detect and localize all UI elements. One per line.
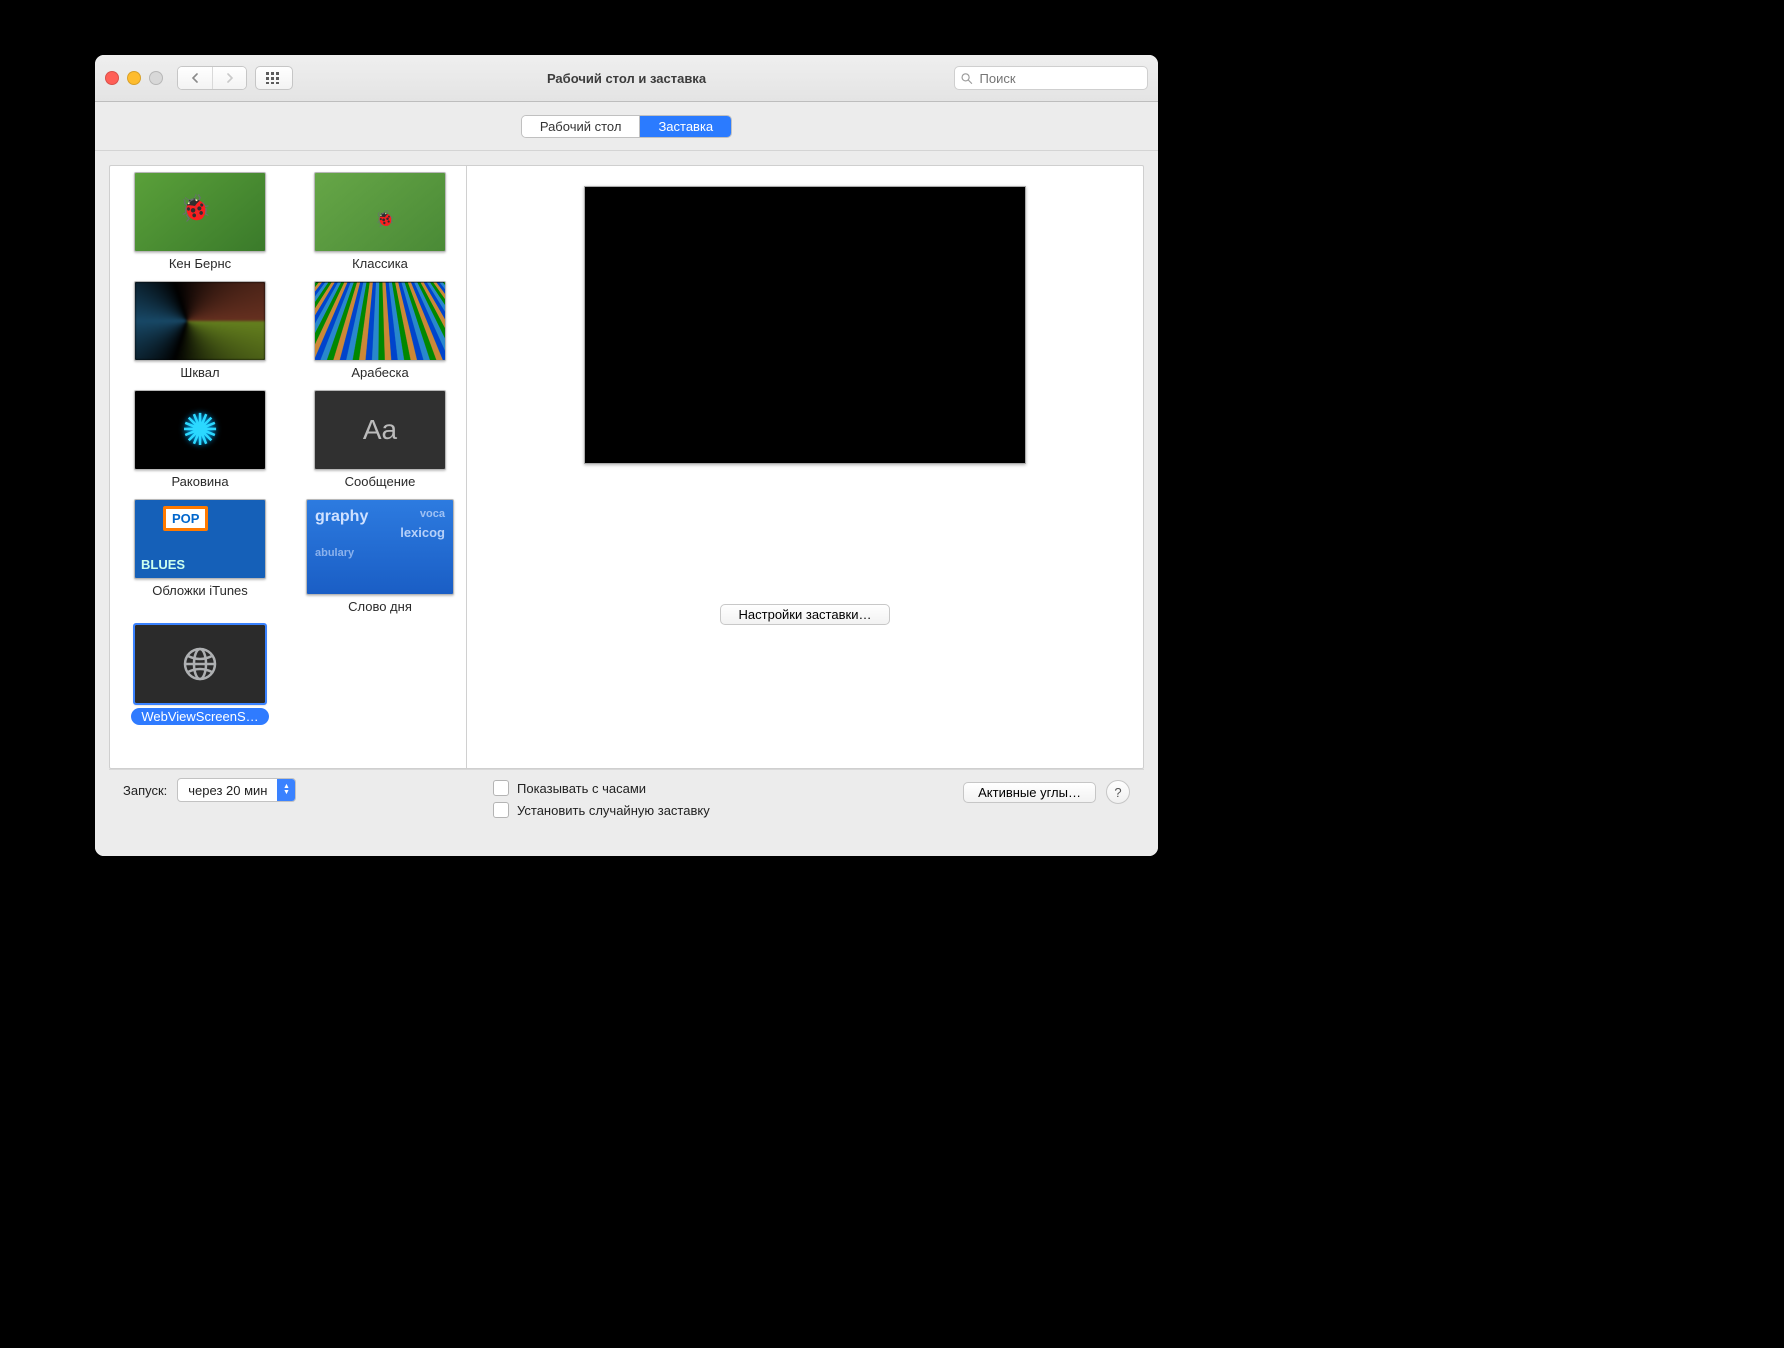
traffic-lights [105, 71, 163, 85]
toolbar: Рабочий стол и заставка [95, 55, 1158, 102]
back-button[interactable] [178, 67, 212, 89]
saver-label: WebViewScreenS… [131, 708, 268, 725]
bottom-bar: Запуск: через 20 мин ▲▼ Показывать с час… [109, 769, 1144, 856]
saver-item[interactable]: graphy voca lexicog abulary Слово дня [304, 499, 456, 614]
zoom-icon [149, 71, 163, 85]
tab-desktop[interactable]: Рабочий стол [522, 116, 640, 137]
show-all-button[interactable] [255, 66, 293, 90]
saver-thumb [314, 281, 446, 361]
start-after-select[interactable]: через 20 мин ▲▼ [177, 778, 296, 802]
hot-corners-button[interactable]: Активные углы… [963, 782, 1096, 803]
saver-label: Слово дня [348, 599, 412, 614]
checkbox-column: Показывать с часами Установить случайную… [493, 780, 953, 818]
nav-back-forward [177, 66, 247, 90]
tabs-row: Рабочий стол Заставка [95, 102, 1158, 151]
checkbox-box [493, 802, 509, 818]
saver-thumb [134, 172, 266, 252]
saver-thumb [134, 499, 266, 579]
screensaver-list[interactable]: Кен Бернс Классика Шквал Арабеска [110, 166, 467, 768]
start-label: Запуск: [123, 783, 167, 798]
search-field[interactable] [954, 66, 1148, 90]
close-icon[interactable] [105, 71, 119, 85]
saver-item-selected[interactable]: WebViewScreenS… [124, 624, 276, 725]
screensaver-preview [584, 186, 1026, 464]
saver-thumb: Aa [314, 390, 446, 470]
saver-thumb [134, 281, 266, 361]
saver-item[interactable]: Классика [304, 172, 456, 271]
saver-label: Шквал [180, 365, 219, 380]
checkbox-box [493, 780, 509, 796]
saver-thumb [314, 172, 446, 252]
saver-thumb: graphy voca lexicog abulary [306, 499, 454, 595]
saver-label: Сообщение [345, 474, 416, 489]
prefs-window: Рабочий стол и заставка Рабочий стол Зас… [95, 55, 1158, 856]
saver-item[interactable]: Арабеска [304, 281, 456, 380]
saver-label: Раковина [171, 474, 228, 489]
saver-label: Классика [352, 256, 408, 271]
panels: Кен Бернс Классика Шквал Арабеска [109, 165, 1144, 769]
minimize-icon[interactable] [127, 71, 141, 85]
saver-item[interactable]: Шквал [124, 281, 276, 380]
start-after-row: Запуск: через 20 мин ▲▼ [123, 778, 483, 802]
search-icon [961, 72, 973, 85]
help-button[interactable]: ? [1106, 780, 1130, 804]
saver-thumb [134, 624, 266, 704]
show-clock-checkbox[interactable]: Показывать с часами [493, 780, 953, 796]
chevron-up-down-icon: ▲▼ [277, 779, 295, 801]
saver-label: Кен Бернс [169, 256, 231, 271]
saver-item[interactable]: Обложки iTunes [124, 499, 276, 614]
forward-button[interactable] [212, 67, 246, 89]
start-after-value: через 20 мин [178, 783, 277, 798]
saver-item[interactable]: Aa Сообщение [304, 390, 456, 489]
saver-item[interactable]: Кен Бернс [124, 172, 276, 271]
search-input[interactable] [978, 70, 1141, 87]
saver-label: Арабеска [351, 365, 408, 380]
tabs: Рабочий стол Заставка [521, 115, 732, 138]
saver-label: Обложки iTunes [152, 583, 248, 598]
tab-screensaver[interactable]: Заставка [639, 116, 731, 137]
saver-item[interactable]: Раковина [124, 390, 276, 489]
screensaver-options-button[interactable]: Настройки заставки… [720, 604, 891, 625]
preview-pane: Настройки заставки… [467, 166, 1143, 768]
right-options: Активные углы… ? [963, 780, 1130, 804]
saver-thumb [134, 390, 266, 470]
random-checkbox[interactable]: Установить случайную заставку [493, 802, 953, 818]
globe-icon [180, 644, 220, 684]
inner: Кен Бернс Классика Шквал Арабеска [95, 151, 1158, 856]
checkbox-label: Установить случайную заставку [517, 803, 710, 818]
checkbox-label: Показывать с часами [517, 781, 646, 796]
